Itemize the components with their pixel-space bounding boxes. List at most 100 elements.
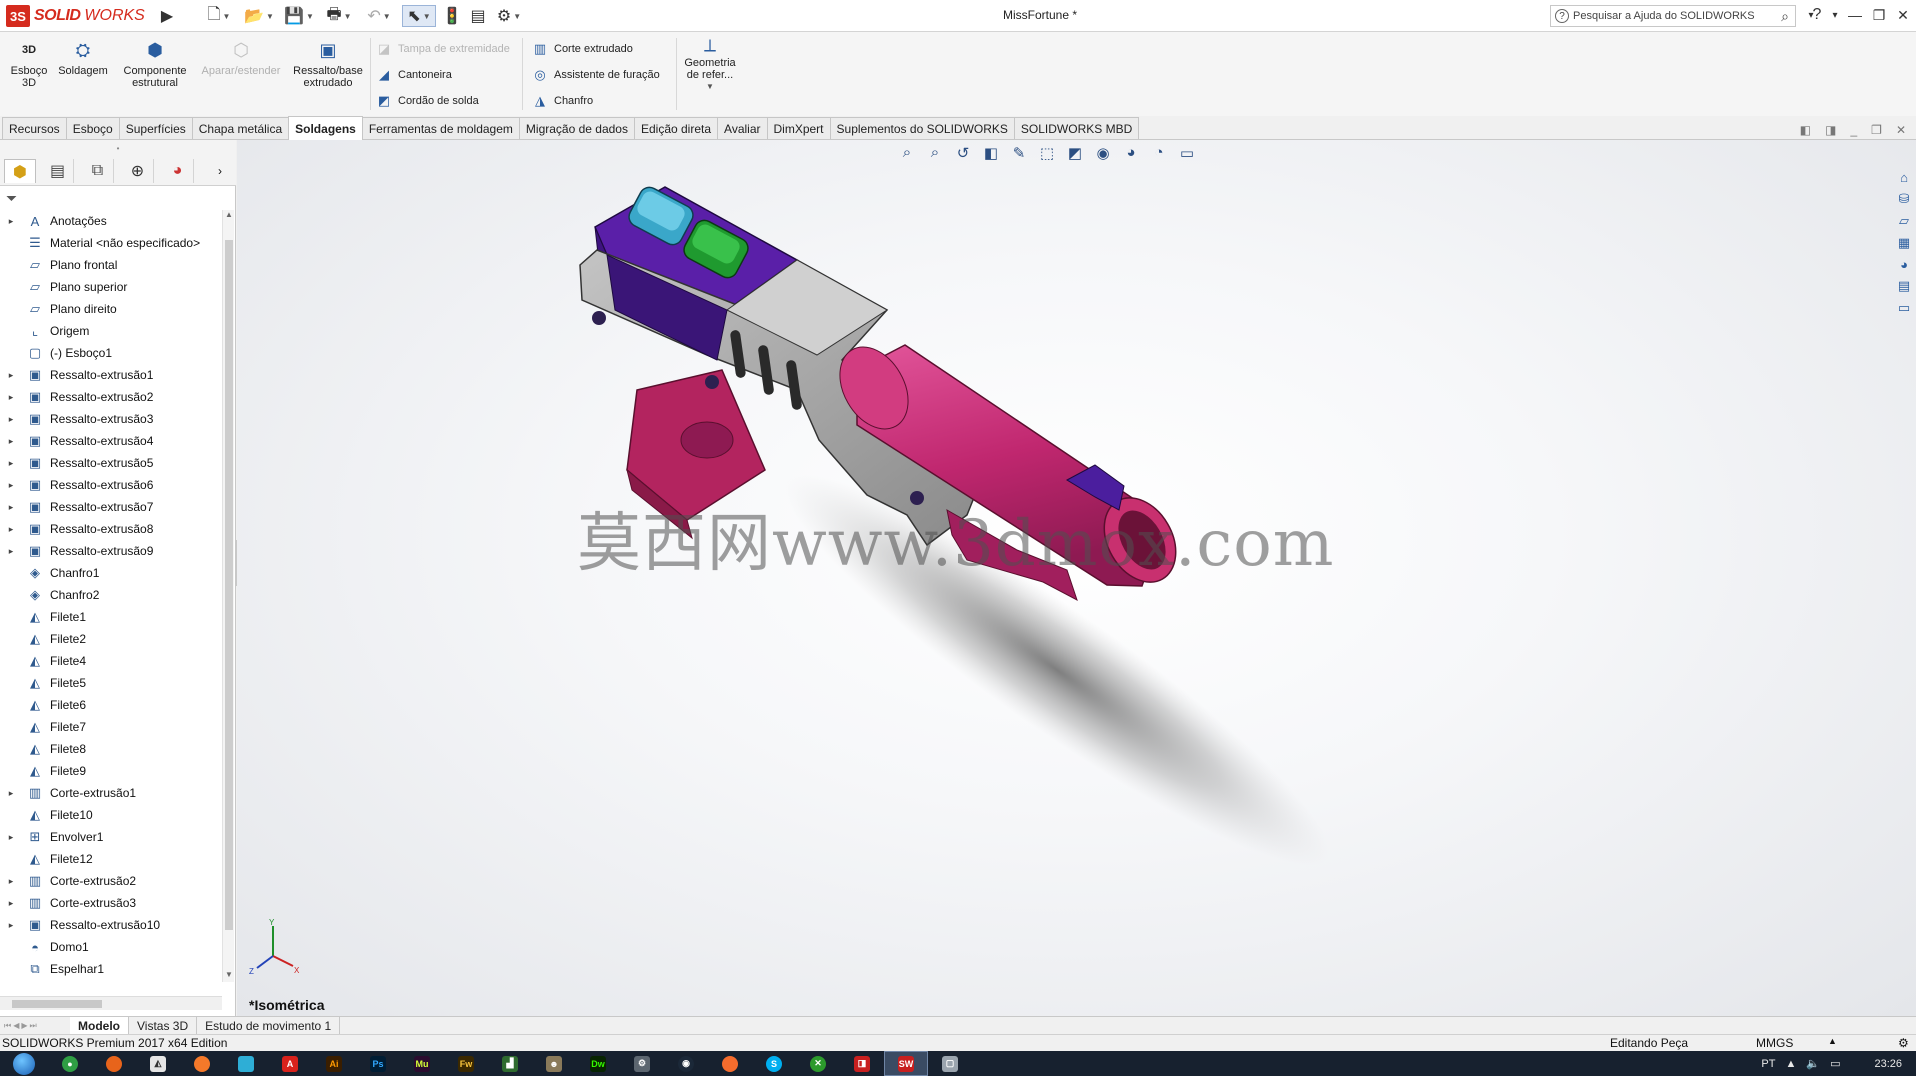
geometria-de-referencia-button[interactable]: ⟂ Geometria de refer... ▼ [680,36,740,93]
zoom-to-fit-icon[interactable]: ⌕ [897,144,917,162]
tree-item[interactable]: ◭ Filete8 [0,738,222,760]
help-dropdown-icon[interactable]: ▾ [1824,4,1846,26]
tree-item[interactable]: ◈ Chanfro2 [0,584,222,606]
tree-expand-icon[interactable]: ▸ [4,502,18,513]
soldagem-button[interactable]: ⛭ Soldagem [56,38,110,77]
ressalto-base-extrudado-button[interactable]: ▣ Ressalto/base extrudado [288,38,368,89]
illustrator-taskbar-icon[interactable]: Ai [312,1051,356,1076]
tree-item[interactable]: ▸ ▣ Ressalto-extrusão2 [0,386,222,408]
apply-scene-icon[interactable]: ◔ [1149,144,1169,162]
xbox-taskbar-icon[interactable]: ✕ [796,1051,840,1076]
tile-left-icon[interactable]: ◧ [1800,123,1811,137]
tree-item[interactable]: ▸ ▣ Ressalto-extrusão7 [0,496,222,518]
tree-item[interactable]: ▸ ▣ Ressalto-extrusão6 [0,474,222,496]
help-search-input[interactable]: ? Pesquisar a Ajuda do SOLIDWORKS ⌕ [1550,5,1796,27]
graphics-area[interactable]: 莫西网www.3dmox.com ⌕ ⌕ ↺ ◧ ✎ ⬚ ◩ ◉ ◕ ◔ ▭ ⌂… [237,140,1916,1016]
cantoneira-button[interactable]: ◢ Cantoneira [376,65,452,85]
network-icon[interactable]: ▭ [1830,1057,1840,1070]
tab-scroll-controls[interactable]: ⏮ ◀ ▶ ⏭ [0,1021,70,1031]
tree-item[interactable]: ☰ Material <não especificado> [0,232,222,254]
custom-properties-icon[interactable]: ▤ [1898,278,1910,294]
tree-horizontal-scrollbar[interactable] [0,996,222,1010]
filter-icon[interactable]: ⏷ [6,190,17,207]
scroll-down-icon[interactable]: ▼ [223,970,235,982]
restore-icon[interactable]: ❐ [1868,4,1890,26]
doc-restore-icon[interactable]: ❐ [1871,123,1882,137]
tab-11[interactable]: SOLIDWORKS MBD [1013,117,1140,139]
tile-right-icon[interactable]: ◨ [1825,123,1836,137]
units-dropdown-icon[interactable]: ▲ [1828,1036,1837,1046]
settings-taskbar-icon[interactable]: ⚙ [620,1051,664,1076]
tab-8[interactable]: Avaliar [717,117,768,139]
tree-item[interactable]: ◭ Filete4 [0,650,222,672]
cordao-de-solda-button[interactable]: ◩ Cordão de solda [376,91,479,111]
bottom-tab-0[interactable]: Modelo [70,1017,129,1034]
tree-item[interactable]: ◭ Filete9 [0,760,222,782]
tree-item[interactable]: ◈ Chanfro1 [0,562,222,584]
tree-expand-icon[interactable]: ▸ [4,876,18,887]
tampa-de-extremidade-button[interactable]: ◪ Tampa de extremidade [376,39,510,59]
skype-taskbar-icon[interactable]: S [752,1051,796,1076]
tree-expand-icon[interactable]: ▸ [4,546,18,557]
design-library-icon[interactable]: ⛁ [1899,191,1910,207]
tree-item[interactable]: ⌞ Origem [0,320,222,342]
start-button[interactable] [0,1051,48,1076]
esboco-3d-button[interactable]: 3D Esboço 3D [8,38,50,89]
tree-item[interactable]: ▸ ▣ Ressalto-extrusão4 [0,430,222,452]
gimp-taskbar-icon[interactable]: ☻ [532,1051,576,1076]
tree-item[interactable]: ▢ (-) Esboço1 [0,342,222,364]
close-icon[interactable]: ✕ [1892,4,1914,26]
volume-icon[interactable]: 🔈 [1806,1057,1820,1070]
tree-item[interactable]: ▸ ▣ Ressalto-extrusão8 [0,518,222,540]
tree-item[interactable]: ▸ ▥ Corte-extrusão3 [0,892,222,914]
acrobat-taskbar-icon[interactable]: A [268,1051,312,1076]
forum-icon[interactable]: ▭ [1898,300,1910,316]
tree-expand-icon[interactable]: ▸ [4,832,18,843]
tree-expand-icon[interactable]: ▸ [4,436,18,447]
prev-tab-icon[interactable]: ◀ [13,1021,19,1031]
tree-expand-icon[interactable]: ▸ [4,898,18,909]
tree-item[interactable]: ◭ Filete12 [0,848,222,870]
fireworks-taskbar-icon[interactable]: Fw [444,1051,488,1076]
tree-expand-icon[interactable]: ▸ [4,788,18,799]
configurationmanager-tab-icon[interactable]: ⧉ [82,159,114,183]
tree-item[interactable]: ▸ ▥ Corte-extrusão2 [0,870,222,892]
appearances-icon[interactable]: ◕ [1900,257,1908,272]
tree-filter[interactable]: ⏷ [0,186,236,210]
file-explorer-icon[interactable]: ▱ [1899,213,1909,229]
tree-item[interactable]: ▸ ▣ Ressalto-extrusão9 [0,540,222,562]
tree-expand-icon[interactable]: ▸ [4,414,18,425]
tab-4[interactable]: Soldagens [288,116,363,140]
view-settings-icon[interactable]: ▭ [1177,144,1197,162]
tree-item[interactable]: ◭ Filete1 [0,606,222,628]
tab-6[interactable]: Migração de dados [518,117,635,139]
tree-item[interactable]: ▸ ⊞ Envolver1 [0,826,222,848]
steam-taskbar-icon[interactable]: ◉ [664,1051,708,1076]
aparar-estender-button[interactable]: ⬡ Aparar/estender [196,38,286,77]
dynamic-annotation-icon[interactable]: ✎ [1009,144,1029,162]
tree-item[interactable]: ▱ Plano frontal [0,254,222,276]
assistente-de-furacao-button[interactable]: ◎ Assistente de furação [532,65,659,85]
tree-item[interactable]: ⧉ Espelhar1 [0,958,222,980]
tab-1[interactable]: Esboço [65,117,120,139]
minimize-icon[interactable]: — [1844,4,1866,26]
propertymanager-tab-icon[interactable]: ▤ [42,159,74,183]
status-help-icon[interactable]: ⚙ [1898,1036,1909,1050]
displaymanager-tab-icon[interactable]: ◕ [162,159,194,183]
tree-item[interactable]: ▸ ▥ Corte-extrusão1 [0,782,222,804]
muse-taskbar-icon[interactable]: Mu [400,1051,444,1076]
tree-item[interactable]: ◭ Filete6 [0,694,222,716]
hscroll-thumb[interactable] [12,1000,102,1008]
bottom-tab-1[interactable]: Vistas 3D [129,1017,198,1034]
unit-system-selector[interactable]: MMGS [1756,1036,1793,1050]
firefox-taskbar-icon[interactable] [92,1051,136,1076]
geometria-dropdown-icon[interactable]: ▼ [706,81,714,93]
doc-close-icon[interactable]: ✕ [1896,123,1906,137]
componente-estrutural-button[interactable]: ⬢ Componente estrutural [118,38,192,89]
tree-item[interactable]: ▱ Plano direito [0,298,222,320]
search-icon[interactable]: ⌕ [1781,8,1789,25]
tree-scrollbar[interactable]: ▲ ▼ [222,210,234,982]
scroll-up-icon[interactable]: ▲ [223,210,235,222]
panel-resize-grip[interactable]: • [0,140,236,156]
view-palette-icon[interactable]: ▦ [1898,235,1910,251]
